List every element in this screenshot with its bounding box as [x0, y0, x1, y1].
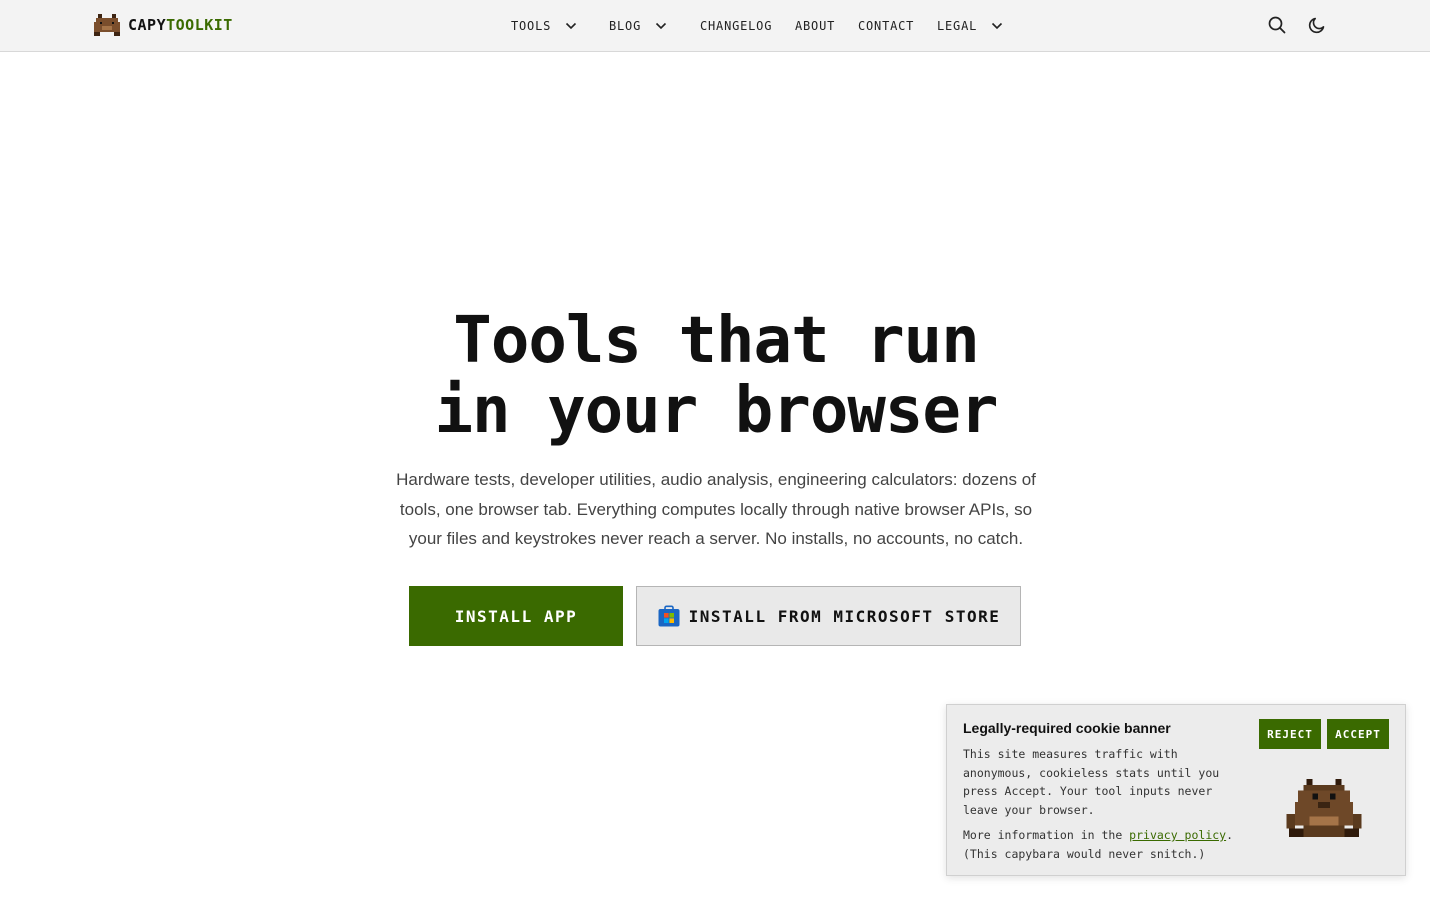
cookie-banner-title: Legally-required cookie banner	[963, 720, 1171, 736]
cookie-more-info: More information in the privacy policy. …	[963, 826, 1253, 863]
nav-about[interactable]: ABOUT	[795, 19, 858, 33]
chevron-down-icon	[992, 22, 1003, 30]
header-actions	[1268, 16, 1326, 34]
chevron-down-icon	[566, 22, 577, 30]
moon-icon[interactable]	[1308, 16, 1326, 34]
hero-title: Tools that run in your browser	[0, 306, 1432, 446]
site-logo[interactable]: CAPYTOOLKIT	[94, 14, 233, 36]
reject-button[interactable]: REJECT	[1259, 719, 1321, 749]
capybara-mascot-icon	[1286, 779, 1362, 837]
nav-legal[interactable]: LEGAL	[937, 19, 1003, 33]
hero-title-line-1: Tools that run	[453, 304, 979, 378]
capybara-icon	[94, 14, 120, 36]
hero-subtitle: Hardware tests, developer utilities, aud…	[396, 470, 1036, 548]
cookie-more-prefix: More information in the	[963, 828, 1130, 842]
main-nav: TOOLS BLOG CHANGELOG ABOUT CONTACT LEGAL	[511, 0, 1003, 52]
nav-changelog[interactable]: CHANGELOG	[700, 19, 795, 33]
nav-tools-label: TOOLS	[511, 19, 552, 33]
install-microsoft-store-button[interactable]: INSTALL FROM MICROSOFT STORE	[636, 586, 1021, 646]
nav-contact-label: CONTACT	[858, 19, 915, 33]
install-microsoft-store-label: INSTALL FROM MICROSOFT STORE	[688, 606, 1001, 626]
nav-tools[interactable]: TOOLS	[511, 19, 609, 33]
microsoft-store-icon	[658, 605, 680, 627]
install-app-button[interactable]: INSTALL APP	[409, 586, 623, 646]
hero-title-line-2: in your browser	[434, 374, 999, 448]
nav-blog[interactable]: BLOG	[609, 19, 700, 33]
nav-contact[interactable]: CONTACT	[858, 19, 937, 33]
nav-changelog-label: CHANGELOG	[700, 19, 773, 33]
site-header: CAPYTOOLKIT TOOLS BLOG CHANGELOG ABOUT C…	[0, 0, 1430, 52]
search-icon[interactable]	[1268, 16, 1286, 34]
chevron-down-icon	[656, 22, 667, 30]
cookie-banner: Legally-required cookie banner This site…	[946, 704, 1406, 876]
accept-button[interactable]: ACCEPT	[1327, 719, 1389, 749]
privacy-policy-link[interactable]: privacy policy	[1129, 828, 1226, 842]
nav-blog-label: BLOG	[609, 19, 642, 33]
logo-text: CAPYTOOLKIT	[128, 16, 233, 34]
nav-about-label: ABOUT	[795, 19, 836, 33]
nav-legal-label: LEGAL	[937, 19, 978, 33]
cookie-banner-text: This site measures traffic with anonymou…	[963, 747, 1220, 818]
